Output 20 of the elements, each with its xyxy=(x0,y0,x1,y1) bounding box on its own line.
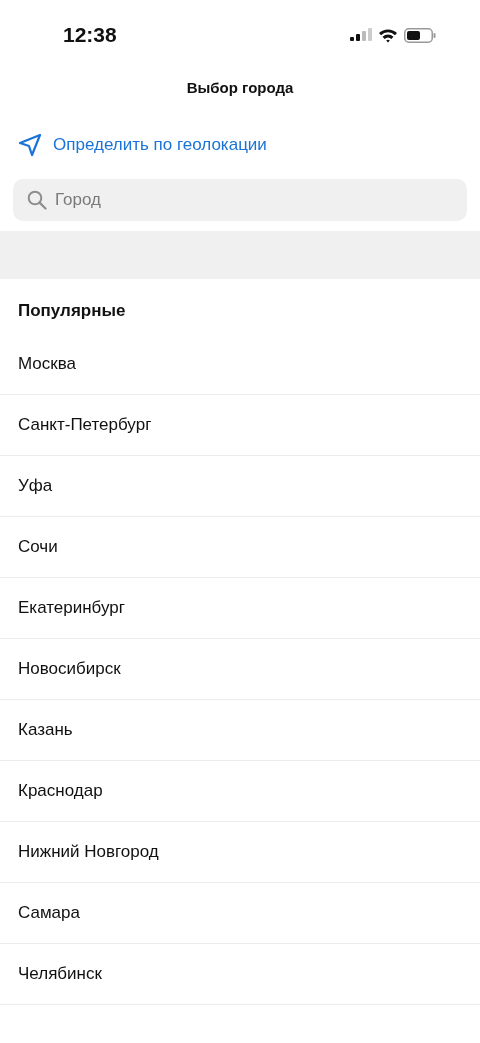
status-time: 12:38 xyxy=(63,23,117,47)
screen-title: Выбор города xyxy=(185,78,295,98)
city-item[interactable]: Нижний Новгород xyxy=(0,822,480,883)
search-field[interactable]: Город xyxy=(13,179,467,221)
city-item[interactable]: Уфа xyxy=(0,456,480,517)
city-item[interactable]: Краснодар xyxy=(0,761,480,822)
section-heading: Популярные xyxy=(17,300,127,322)
geolocation-link[interactable]: Определить по геолокации xyxy=(0,123,285,167)
city-item[interactable]: Санкт-Петербург xyxy=(0,395,480,456)
city-item[interactable]: Москва xyxy=(0,334,480,395)
city-item[interactable]: Екатеринбург xyxy=(0,578,480,639)
signal-icon xyxy=(350,28,372,42)
battery-icon xyxy=(404,27,436,43)
city-item[interactable]: Казань xyxy=(0,700,480,761)
city-item[interactable]: Самара xyxy=(0,883,480,944)
city-item[interactable]: Новосибирск xyxy=(0,639,480,700)
city-item[interactable]: Сочи xyxy=(0,517,480,578)
city-item[interactable]: Челябинск xyxy=(0,944,480,1005)
wifi-icon xyxy=(378,27,398,43)
location-arrow-icon xyxy=(18,133,42,157)
